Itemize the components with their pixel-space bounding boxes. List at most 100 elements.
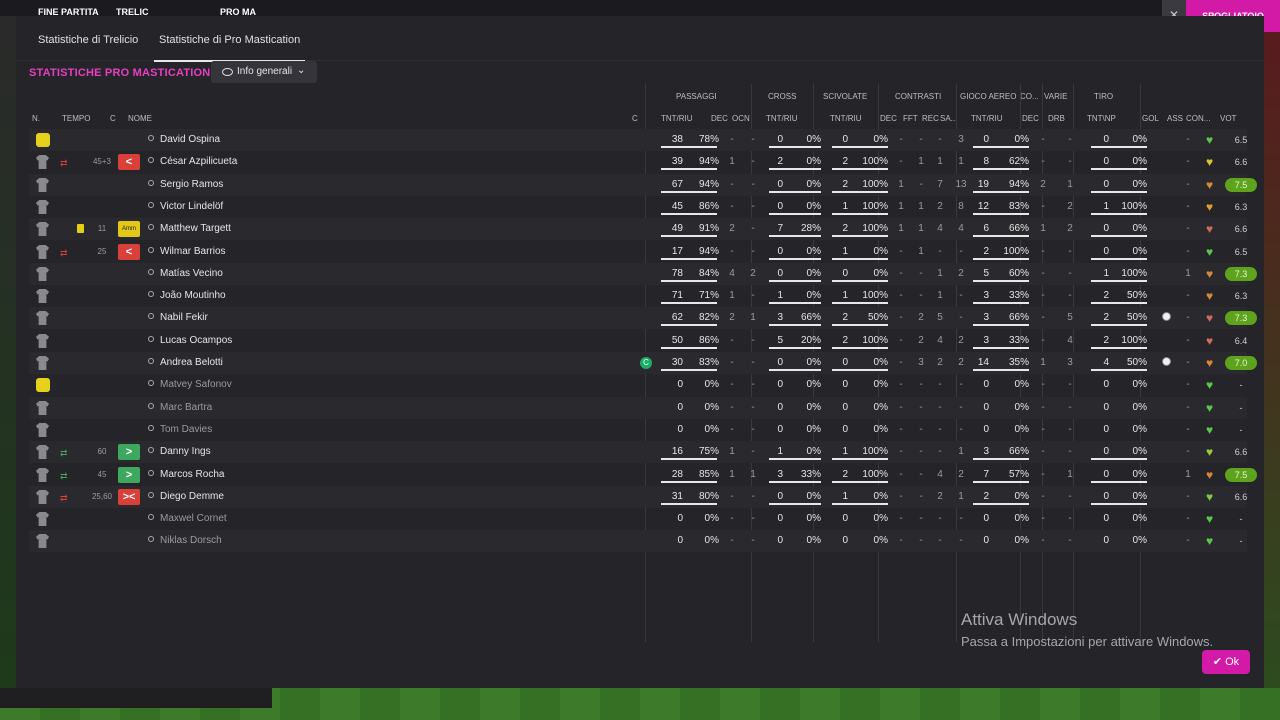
- col-c[interactable]: C: [110, 114, 116, 123]
- player-name[interactable]: Niklas Dorsch: [160, 530, 222, 552]
- player-name[interactable]: Sergio Ramos: [160, 174, 223, 196]
- player-profile-icon[interactable]: [147, 247, 155, 256]
- table-row[interactable]: Lucas Ocampos 50 86% - -5 20% 2 100% -2 4 2 3 33% -4 2…: [29, 330, 1247, 352]
- col-tempo[interactable]: TEMPO: [62, 114, 90, 123]
- view-dropdown-label: Info generali: [237, 66, 293, 77]
- shirt-icon: [36, 468, 49, 482]
- player-name[interactable]: Maxwel Cornet: [160, 508, 227, 530]
- table-row[interactable]: Maxwel Cornet 0 0% - -0 0% 0 0% - - - -0 0% - -0 0% - ♥ -: [29, 508, 1247, 530]
- player-profile-icon[interactable]: [147, 447, 155, 456]
- table-row[interactable]: ⇄ 25 < Wilmar Barrios 17 94% - -0 0% 1 0% -1- -2 100%…: [29, 241, 1247, 263]
- shots-on-target-pct: 0%: [1132, 379, 1147, 390]
- col-drb[interactable]: DRB: [1048, 114, 1065, 123]
- aerial-attempted: 0: [983, 424, 989, 435]
- player-name[interactable]: João Moutinho: [160, 285, 226, 307]
- table-row[interactable]: Matías Vecino 78 84% 4 2 0 0% 0 0% - -1 2 5 60% - -1 100…: [29, 263, 1257, 285]
- player-name[interactable]: David Ospina: [160, 129, 220, 151]
- player-profile-icon[interactable]: [147, 403, 155, 412]
- player-profile-icon[interactable]: [147, 336, 155, 345]
- clearances: 1: [958, 156, 964, 167]
- table-row[interactable]: 11 Amm Matthew Targett 49 91% 2-7 28% 2 100% 1 1 4 4…: [29, 218, 1247, 240]
- player-profile-icon[interactable]: [147, 313, 155, 322]
- table-row[interactable]: ⇄ 60 > Danny Ings 16 75% 1-1 0% 1 100% - - -1 3 66% - -0…: [29, 441, 1247, 463]
- player-name[interactable]: Matvey Safonov: [160, 374, 232, 396]
- table-row[interactable]: ⇄ 45+3 < César Azpilicueta 39 94% 1-2 0% 2 100% -1…: [29, 151, 1247, 173]
- col-gol[interactable]: GOL: [1142, 114, 1159, 123]
- col-ass[interactable]: ASS: [1167, 114, 1183, 123]
- player-profile-icon[interactable]: [147, 380, 155, 389]
- table-row[interactable]: Tom Davies 0 0% - -0 0% 0 0% - - - -0 0% - -0 0% - ♥ -: [29, 419, 1247, 441]
- table-row[interactable]: ⇄ 45 > Marcos Rocha 28 85% 1 1 3 33% 2 100% - -4 2 7 57%…: [29, 464, 1257, 486]
- player-name[interactable]: Matías Vecino: [160, 263, 223, 285]
- col-captain[interactable]: C: [632, 114, 638, 123]
- passes-chances: -: [751, 134, 755, 145]
- player-name[interactable]: Andrea Belotti: [160, 352, 223, 374]
- condition-heart-icon: ♥: [1206, 401, 1214, 415]
- player-profile-icon[interactable]: [147, 291, 155, 300]
- player-profile-icon[interactable]: [147, 536, 155, 545]
- col-con-rec[interactable]: REC: [922, 114, 939, 123]
- clearances: 2: [958, 335, 964, 346]
- player-profile-icon[interactable]: [147, 492, 155, 501]
- col-con-sa[interactable]: SA...: [940, 114, 957, 123]
- player-name[interactable]: César Azpilicueta: [160, 151, 237, 173]
- col-nome[interactable]: NOME: [128, 114, 152, 123]
- col-aereo-tnt[interactable]: TNT/RIU: [971, 114, 1003, 123]
- stat-underline: [973, 168, 1029, 170]
- player-name[interactable]: Victor Lindelöf: [160, 196, 223, 218]
- col-con-dec[interactable]: DEC: [880, 114, 897, 123]
- fouls: 3: [918, 357, 924, 368]
- col-con-fft[interactable]: FFT: [903, 114, 918, 123]
- table-row[interactable]: ⇄ 25,60 >< Diego Demme 31 80% - -0 0% 1 0% - -2 1 2 0% -…: [29, 486, 1247, 508]
- table-row[interactable]: Niklas Dorsch 0 0% - -0 0% 0 0% - - - -0 0% - -0 0% - ♥ -: [29, 530, 1247, 552]
- table-row[interactable]: David Ospina 38 78% - -0 0% 0 0% - - -3 0 0% - -0 0% - ♥ 6…: [29, 129, 1247, 151]
- passes-chances: -: [751, 290, 755, 301]
- player-profile-icon[interactable]: [147, 470, 155, 479]
- player-profile-icon[interactable]: [147, 269, 155, 278]
- player-name[interactable]: Danny Ings: [160, 441, 211, 463]
- player-name[interactable]: Diego Demme: [160, 486, 224, 508]
- table-row[interactable]: Sergio Ramos 67 94% - -0 0% 2 100% 1-7 13 19 94% 2 1 0…: [29, 174, 1257, 196]
- player-profile-icon[interactable]: [147, 180, 155, 189]
- col-tiro[interactable]: TNT\NP: [1087, 114, 1116, 123]
- player-name[interactable]: Tom Davies: [160, 419, 212, 441]
- player-name[interactable]: Marcos Rocha: [160, 464, 224, 486]
- player-profile-icon[interactable]: [147, 425, 155, 434]
- table-row[interactable]: João Moutinho 71 71% 1-1 0% 1 100% - -1-3 33% - -2 5…: [29, 285, 1247, 307]
- group-gioco-aereo: GIOCO AEREO: [960, 92, 1017, 101]
- ok-button[interactable]: ✔ Ok: [1202, 650, 1250, 674]
- col-pass-tnt[interactable]: TNT/RIU: [661, 114, 693, 123]
- player-profile-icon[interactable]: [147, 514, 155, 523]
- col-cross-tnt[interactable]: TNT/RIU: [766, 114, 798, 123]
- player-profile-icon[interactable]: [147, 157, 155, 166]
- player-profile-icon[interactable]: [147, 358, 155, 367]
- contests-decisive: -: [899, 402, 903, 413]
- col-n[interactable]: N.: [32, 114, 40, 123]
- player-profile-icon[interactable]: [147, 135, 155, 144]
- col-pass-ocn[interactable]: OCN: [732, 114, 750, 123]
- table-row[interactable]: Marc Bartra 0 0% - -0 0% 0 0% - - - -0 0% - -0 0% - ♥ -: [29, 397, 1247, 419]
- player-profile-icon[interactable]: [147, 202, 155, 211]
- dribbles: 1: [1067, 469, 1073, 480]
- player-profile-icon[interactable]: [147, 224, 155, 233]
- player-name[interactable]: Nabil Fekir: [160, 307, 208, 329]
- player-name[interactable]: Wilmar Barrios: [160, 241, 226, 263]
- col-con[interactable]: CON...: [1186, 114, 1210, 123]
- table-row[interactable]: Andrea Belotti C 30 83% - -0 0% 0 0% -3 2 2 14 35% 1 3 4…: [29, 352, 1257, 374]
- view-dropdown[interactable]: Info generali ⌄: [211, 61, 317, 83]
- player-name[interactable]: Matthew Targett: [160, 218, 231, 240]
- col-co-dec[interactable]: DEC: [1022, 114, 1039, 123]
- rating-badge: 7.3: [1225, 311, 1257, 325]
- table-row[interactable]: Nabil Fekir 62 82% 2 1 3 66% 2 50% -2 5-3 66% -5 2 50%…: [29, 307, 1257, 329]
- col-pass-dec[interactable]: DEC: [711, 114, 728, 123]
- player-name[interactable]: Marc Bartra: [160, 397, 212, 419]
- col-sciv-tnt[interactable]: TNT/RIU: [830, 114, 862, 123]
- table-row[interactable]: Matvey Safonov 0 0% - -0 0% 0 0% - - - -0 0% - -0 0% - ♥ -: [29, 374, 1247, 396]
- rating-badge: 7.0: [1225, 356, 1257, 370]
- player-name[interactable]: Lucas Ocampos: [160, 330, 232, 352]
- tab-home-stats[interactable]: Statistiche di Trelicio: [38, 34, 138, 60]
- tab-away-stats[interactable]: Statistiche di Pro Mastication: [154, 34, 306, 62]
- col-vot[interactable]: VOT: [1220, 114, 1236, 123]
- stat-underline: [1091, 458, 1147, 460]
- table-row[interactable]: Victor Lindelöf 45 86% - -0 0% 1 100% 1 1 2 8 12 83% -…: [29, 196, 1247, 218]
